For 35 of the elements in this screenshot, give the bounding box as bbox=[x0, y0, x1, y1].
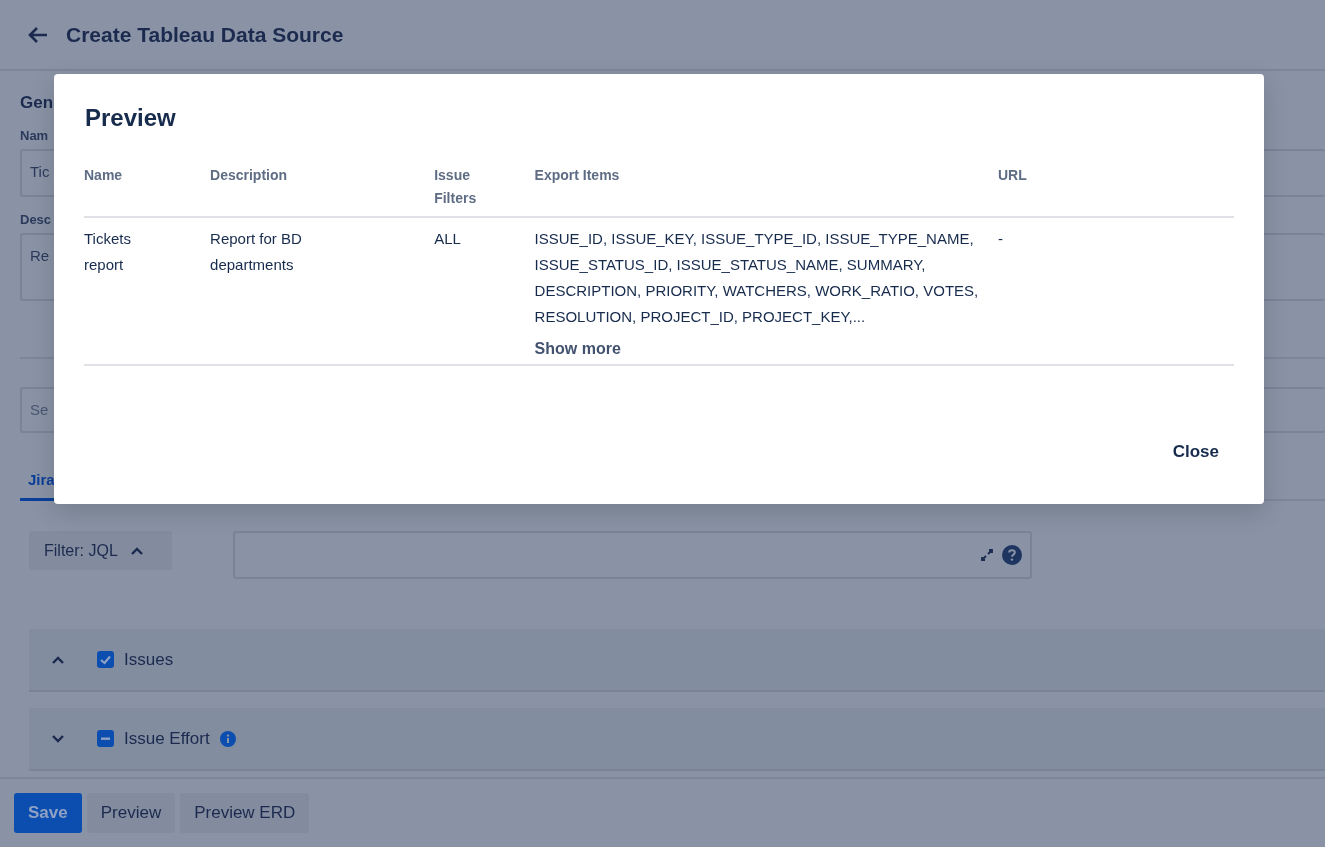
show-more-link[interactable]: Show more bbox=[534, 340, 621, 358]
section-label: Issue Effort bbox=[124, 728, 210, 749]
checkbox[interactable] bbox=[97, 651, 114, 668]
close-button[interactable]: Close bbox=[1157, 438, 1234, 466]
column-header: Description bbox=[210, 166, 289, 185]
back-arrow-icon[interactable] bbox=[28, 25, 48, 44]
checkbox[interactable] bbox=[97, 730, 114, 747]
column-header: Issue Filters bbox=[434, 166, 478, 208]
table-cell-text: Report for BD departments bbox=[210, 229, 303, 275]
help-icon[interactable] bbox=[1002, 545, 1022, 565]
jql-field[interactable] bbox=[233, 531, 1032, 579]
dialog-title: Preview bbox=[85, 104, 177, 132]
column-header: Name bbox=[84, 166, 124, 185]
filter-button[interactable]: Filter: JQL bbox=[29, 531, 172, 570]
info-icon[interactable] bbox=[219, 730, 236, 747]
footer-button[interactable]: Preview bbox=[86, 793, 176, 833]
accordion-row[interactable]: Issue Effort bbox=[29, 708, 1325, 771]
expand-icon[interactable] bbox=[980, 548, 994, 562]
table-cell-text: - bbox=[998, 229, 1004, 249]
field-label: Desc bbox=[20, 212, 52, 227]
page-title: Create Tableau Data Source bbox=[66, 22, 344, 47]
column-header: Export Items bbox=[534, 166, 621, 185]
accordion-row[interactable]: Issues bbox=[29, 629, 1325, 692]
table-cell-text: Tickets report bbox=[84, 229, 132, 275]
table-cell-text: ISSUE_ID, ISSUE_KEY, ISSUE_TYPE_ID, ISSUE_TYPE_NAME, ISSUE_STATUS_ID, ISSUE_STATUS_NAME, SUMMARY, DESCRIPTION, PRIORITY, WATCHERS, WORK_RATIO, VOTES, RESOLUTION, PROJECT_ID, PROJECT_KEY,... bbox=[534, 229, 980, 327]
field-label: Nam bbox=[20, 128, 49, 143]
section-title: Gen bbox=[20, 93, 55, 113]
section-label: Issues bbox=[124, 649, 174, 670]
column-header: URL bbox=[998, 166, 1028, 185]
chevron-up-icon[interactable] bbox=[129, 545, 144, 556]
chevron-up-icon[interactable] bbox=[51, 654, 65, 665]
chevron-down-icon[interactable] bbox=[51, 733, 65, 744]
table-cell-text: ALL bbox=[434, 229, 462, 249]
footer-button[interactable]: Preview ERD bbox=[180, 793, 310, 833]
save-button[interactable]: Save bbox=[14, 793, 82, 833]
